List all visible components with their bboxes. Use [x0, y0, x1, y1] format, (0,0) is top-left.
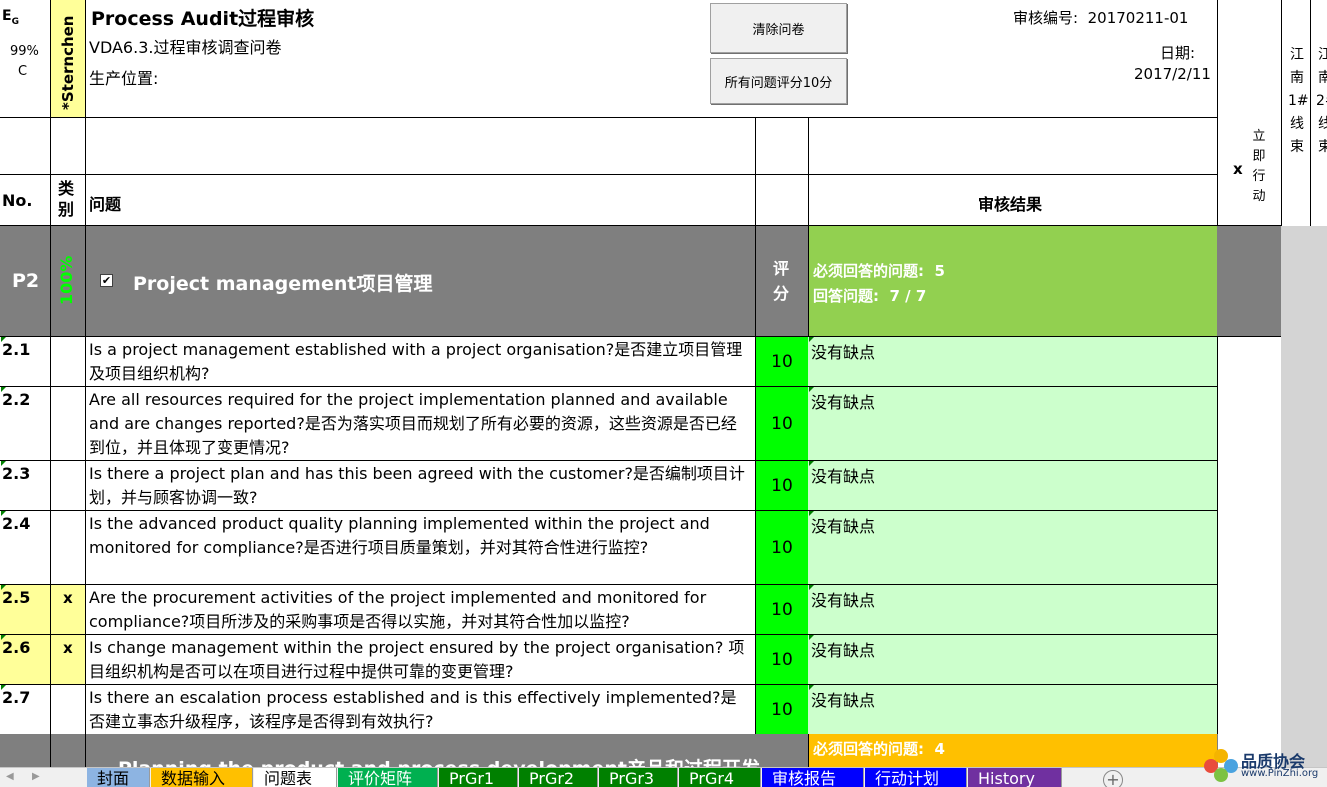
answered-questions: 回答问题: 7 / 7	[813, 287, 927, 305]
row-category-cell	[51, 337, 85, 387]
result-cell[interactable]: 没有缺点	[808, 685, 1217, 735]
score-cell[interactable]: 10	[756, 387, 808, 461]
score-cell[interactable]: 10	[756, 461, 808, 511]
sheet-tab[interactable]: PrGr1	[439, 768, 518, 787]
location-label: 生产位置:	[89, 69, 159, 88]
comment-marker-icon	[809, 635, 814, 640]
question-text: Is there a project plan and has this bee…	[89, 464, 745, 507]
sternchen-label: *Sternchen	[59, 15, 77, 111]
column-header-result: 审核结果	[978, 195, 1043, 214]
result-cell[interactable]: 没有缺点	[808, 511, 1217, 585]
score-cell[interactable]: 10	[756, 585, 808, 635]
comment-marker-icon	[809, 685, 814, 690]
row-category-cell	[51, 511, 85, 585]
page-subtitle: VDA6.3.过程审核调查问卷	[89, 38, 282, 57]
audit-number: 审核编号: 20170211-01	[1013, 9, 1189, 27]
date-value: 2017/2/11	[1134, 65, 1211, 83]
sheet-tab[interactable]: PrGr3	[599, 768, 678, 787]
line1-label: 江南1#线束	[1288, 47, 1309, 155]
clear-questionnaire-button[interactable]: 清除问卷	[710, 3, 847, 53]
comment-marker-icon	[809, 387, 814, 392]
sheet-tab[interactable]: PrGr2	[519, 768, 598, 787]
score-cell[interactable]: 10	[756, 511, 808, 585]
row-category-cell	[51, 685, 85, 735]
comment-marker-icon	[809, 337, 814, 342]
sheet-tab[interactable]: History	[968, 768, 1062, 787]
result-cell[interactable]: 没有缺点	[808, 387, 1217, 461]
question-text: Is a project management established with…	[89, 340, 743, 383]
column-header-no: No.	[2, 191, 33, 210]
section-title: Project management项目管理	[133, 273, 433, 295]
comment-marker-icon	[809, 511, 814, 516]
score-cell[interactable]: 10	[756, 337, 808, 387]
row-number: 2.1	[2, 340, 31, 359]
pinzhi-flower-icon	[1204, 749, 1238, 782]
question-text: Is change management within the project …	[89, 638, 745, 681]
question-text: Is the advanced product quality planning…	[89, 514, 710, 557]
next-required-questions: 必须回答的问题: 4	[813, 740, 945, 758]
column-header-category: 类别	[58, 179, 75, 219]
row-category-cell	[51, 387, 85, 461]
overall-percent: 99%	[10, 44, 39, 59]
sheet-tab[interactable]: 审核报告	[762, 768, 864, 787]
tab-scroll-right-icon[interactable]: ▶	[32, 771, 40, 782]
sheet-tab[interactable]: 封面	[87, 768, 150, 787]
comment-marker-icon	[809, 461, 814, 466]
row-category-cell	[51, 461, 85, 511]
tab-scroll-left-icon[interactable]: ◀	[6, 771, 14, 782]
question-text: Are the procurement activities of the pr…	[89, 588, 707, 631]
sheet-tab[interactable]: 问题表	[254, 768, 337, 787]
result-cell[interactable]: 没有缺点	[808, 461, 1217, 511]
score-cell[interactable]: 10	[756, 685, 808, 735]
column-header-question: 问题	[89, 195, 122, 214]
line2-label: 江南2#线束	[1316, 47, 1327, 155]
section-id: P2	[12, 270, 40, 292]
row-number: 2.3	[2, 464, 31, 483]
pinzhi-logo: 品质协会 www.PinZhi.org	[1203, 748, 1318, 786]
eg-label: EG	[2, 8, 19, 27]
score-cell[interactable]: 10	[756, 635, 808, 685]
sheet-tab[interactable]: 评价矩阵	[338, 768, 438, 787]
comment-marker-icon	[809, 585, 814, 590]
date-label: 日期:	[1160, 44, 1196, 62]
row-category: x	[63, 639, 73, 657]
sheet-tab[interactable]: 数据输入	[151, 768, 253, 787]
sheet-tab[interactable]: PrGr4	[679, 768, 761, 787]
section-percent: 100%	[57, 255, 76, 305]
row-number: 2.4	[2, 514, 31, 533]
x-mark: x	[1233, 160, 1243, 178]
sheet-tab[interactable]: 行动计划	[865, 768, 967, 787]
score-column-label: 评分	[772, 259, 789, 303]
page-title: Process Audit过程审核	[91, 8, 315, 30]
section-result-band	[808, 226, 1217, 336]
grade-label: C	[18, 64, 28, 79]
row-number: 2.6	[2, 638, 31, 657]
row-number: 2.2	[2, 390, 31, 409]
section-checkbox[interactable]: ✔	[100, 274, 113, 287]
score-all-10-button[interactable]: 所有问题评分10分	[710, 58, 847, 104]
question-text: Are all resources required for the proje…	[89, 390, 737, 457]
result-cell[interactable]: 没有缺点	[808, 585, 1217, 635]
logo-url: www.PinZhi.org	[1241, 768, 1319, 779]
question-text: Is there an escalation process establish…	[89, 688, 737, 731]
result-cell[interactable]: 没有缺点	[808, 337, 1217, 387]
gray-area	[1281, 226, 1327, 767]
immediate-action-label: 立即行动	[1252, 129, 1266, 204]
sternchen-cell: *Sternchen	[51, 0, 85, 117]
required-questions: 必须回答的问题: 5	[813, 262, 945, 280]
row-category: x	[63, 589, 73, 607]
add-sheet-icon[interactable]: +	[1103, 770, 1123, 787]
row-number: 2.5	[2, 588, 31, 607]
result-cell[interactable]: 没有缺点	[808, 635, 1217, 685]
row-number: 2.7	[2, 688, 31, 707]
